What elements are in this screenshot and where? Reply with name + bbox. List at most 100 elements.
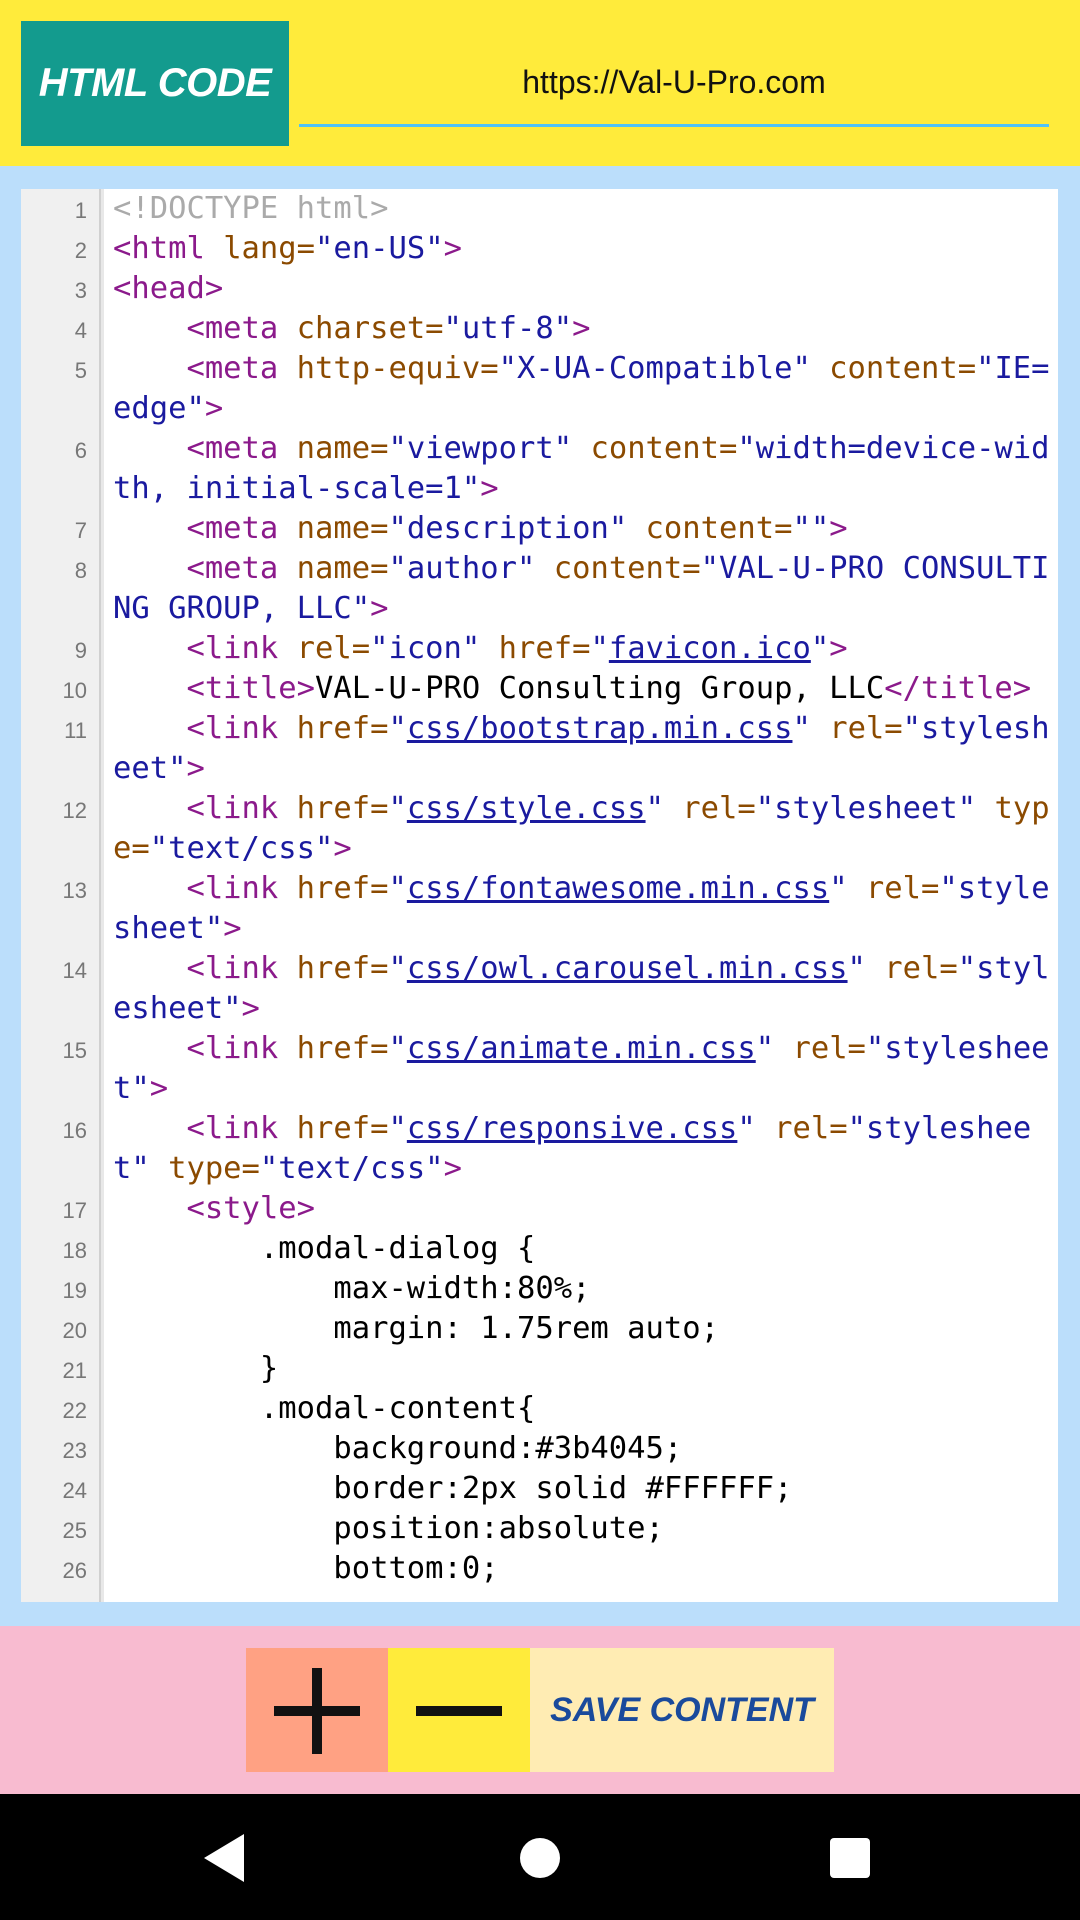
page-title: HTML CODE [38, 61, 272, 105]
code-text: position:absolute; [113, 1509, 1053, 1549]
code-token[interactable]: css/animate.min.css [407, 1031, 756, 1066]
code-line: 7 <meta name="description" content=""> [21, 509, 1058, 549]
code-token: > [829, 511, 848, 546]
code-token: " [388, 951, 407, 986]
code-line: 19 max-width:80%; [21, 1269, 1058, 1309]
code-token: href= [296, 871, 389, 906]
line-number: 11 [64, 718, 87, 743]
zoom-in-button[interactable] [246, 1648, 388, 1772]
code-token: margin: 1.75rem auto; [113, 1311, 719, 1346]
code-token: " [388, 711, 407, 746]
code-token: type= [168, 1151, 260, 1186]
line-number: 6 [74, 438, 87, 463]
code-text: <meta name="description" content=""> [113, 509, 1053, 549]
code-token: VAL-U-PRO Consulting Group, LLC [315, 671, 885, 706]
line-number: 19 [62, 1278, 87, 1303]
code-token: > [186, 751, 205, 786]
save-content-button[interactable]: SAVE CONTENT [530, 1648, 834, 1772]
code-token: > [223, 911, 242, 946]
code-text: <meta charset="utf-8"> [113, 309, 1053, 349]
line-number: 8 [74, 558, 87, 583]
code-token: href= [296, 791, 389, 826]
zoom-out-button[interactable] [388, 1648, 530, 1772]
code-token: rel= [884, 951, 958, 986]
code-token: <meta [113, 431, 297, 466]
code-token: lang= [223, 231, 316, 266]
code-token: <style> [113, 1191, 315, 1226]
code-token: bottom:0; [113, 1551, 499, 1586]
code-text: <meta name="author" content="VAL-U-PRO C… [113, 549, 1053, 629]
line-number: 13 [62, 878, 87, 903]
code-text: } [113, 1349, 1053, 1389]
code-token: "author" [388, 551, 554, 586]
back-button[interactable] [198, 1830, 254, 1886]
url-input[interactable] [299, 40, 1049, 124]
code-line: 12 <link href="css/style.css" rel="style… [21, 789, 1058, 869]
code-token: "stylesheet" [755, 791, 995, 826]
code-token: .modal-dialog { [113, 1231, 536, 1266]
code-token[interactable]: favicon.ico [609, 631, 811, 666]
code-token: "X-UA-Compatible" [498, 351, 830, 386]
code-token: " [755, 1031, 793, 1066]
line-number: 20 [62, 1318, 87, 1343]
line-number: 23 [62, 1438, 87, 1463]
code-token: href= [296, 951, 389, 986]
code-token: "" [792, 511, 830, 546]
system-nav-bar [0, 1794, 1080, 1920]
code-token: rel= [865, 871, 940, 906]
code-text: <link href="css/animate.min.css" rel="st… [113, 1029, 1053, 1109]
home-circle-icon [520, 1838, 560, 1878]
bottom-toolbar: SAVE CONTENT [0, 1626, 1080, 1794]
code-token: "en-US" [315, 231, 444, 266]
code-line: 9 <link rel="icon" href="favicon.ico"> [21, 629, 1058, 669]
code-token: } [113, 1351, 279, 1386]
code-token: <meta [113, 351, 297, 386]
code-token: href= [296, 1111, 389, 1146]
code-token: > [480, 471, 499, 506]
code-token: " [792, 711, 830, 746]
code-token: " [810, 631, 830, 666]
code-token[interactable]: css/style.css [407, 791, 646, 826]
code-token: name= [296, 511, 389, 546]
code-line: 13 <link href="css/fontawesome.min.css" … [21, 869, 1058, 949]
code-line: 3 <head> [21, 269, 1058, 309]
code-token: name= [296, 551, 389, 586]
code-line: 15 <link href="css/animate.min.css" rel=… [21, 1029, 1058, 1109]
code-text: .modal-content{ [113, 1389, 1053, 1429]
code-line: 1 <!DOCTYPE html> [21, 189, 1058, 229]
code-line: 10 <title>VAL-U-PRO Consulting Group, LL… [21, 669, 1058, 709]
code-text: <meta name="viewport" content="width=dev… [113, 429, 1053, 509]
code-text: border:2px solid #FFFFFF; [113, 1469, 1053, 1509]
code-token: charset= [296, 311, 444, 346]
code-text: bottom:0; [113, 1549, 1053, 1589]
back-triangle-icon [204, 1834, 244, 1882]
code-token[interactable]: css/bootstrap.min.css [407, 711, 793, 746]
home-button[interactable] [512, 1830, 568, 1886]
code-token[interactable]: css/owl.carousel.min.css [407, 951, 848, 986]
code-token[interactable]: css/responsive.css [407, 1111, 738, 1146]
line-number: 14 [62, 958, 87, 983]
code-text: <link href="css/bootstrap.min.css" rel="… [113, 709, 1053, 789]
code-token: " [737, 1111, 775, 1146]
code-token: <link [113, 951, 297, 986]
line-number: 9 [74, 638, 87, 663]
code-line: 4 <meta charset="utf-8"> [21, 309, 1058, 349]
code-line: 16 <link href="css/responsive.css" rel="… [21, 1109, 1058, 1189]
code-token[interactable]: css/fontawesome.min.css [407, 871, 829, 906]
code-token: <!DOCTYPE html> [113, 191, 389, 226]
recents-button[interactable] [822, 1830, 878, 1886]
code-token: <meta [113, 551, 297, 586]
code-token: " [388, 871, 407, 906]
line-number: 5 [74, 358, 87, 383]
code-token: name= [296, 431, 389, 466]
code-token: > [443, 231, 462, 266]
line-number: 21 [62, 1358, 87, 1383]
code-token: <link [113, 1031, 297, 1066]
line-number: 25 [62, 1518, 87, 1543]
code-token: "utf-8" [443, 311, 573, 346]
code-editor[interactable]: 1 <!DOCTYPE html> 2 <html lang="en-US"> 3 <he… [21, 189, 1058, 1602]
code-token: " [388, 1111, 407, 1146]
title-badge: HTML CODE [21, 21, 289, 146]
header-bar: HTML CODE [0, 0, 1080, 166]
code-line: 18 .modal-dialog { [21, 1229, 1058, 1269]
